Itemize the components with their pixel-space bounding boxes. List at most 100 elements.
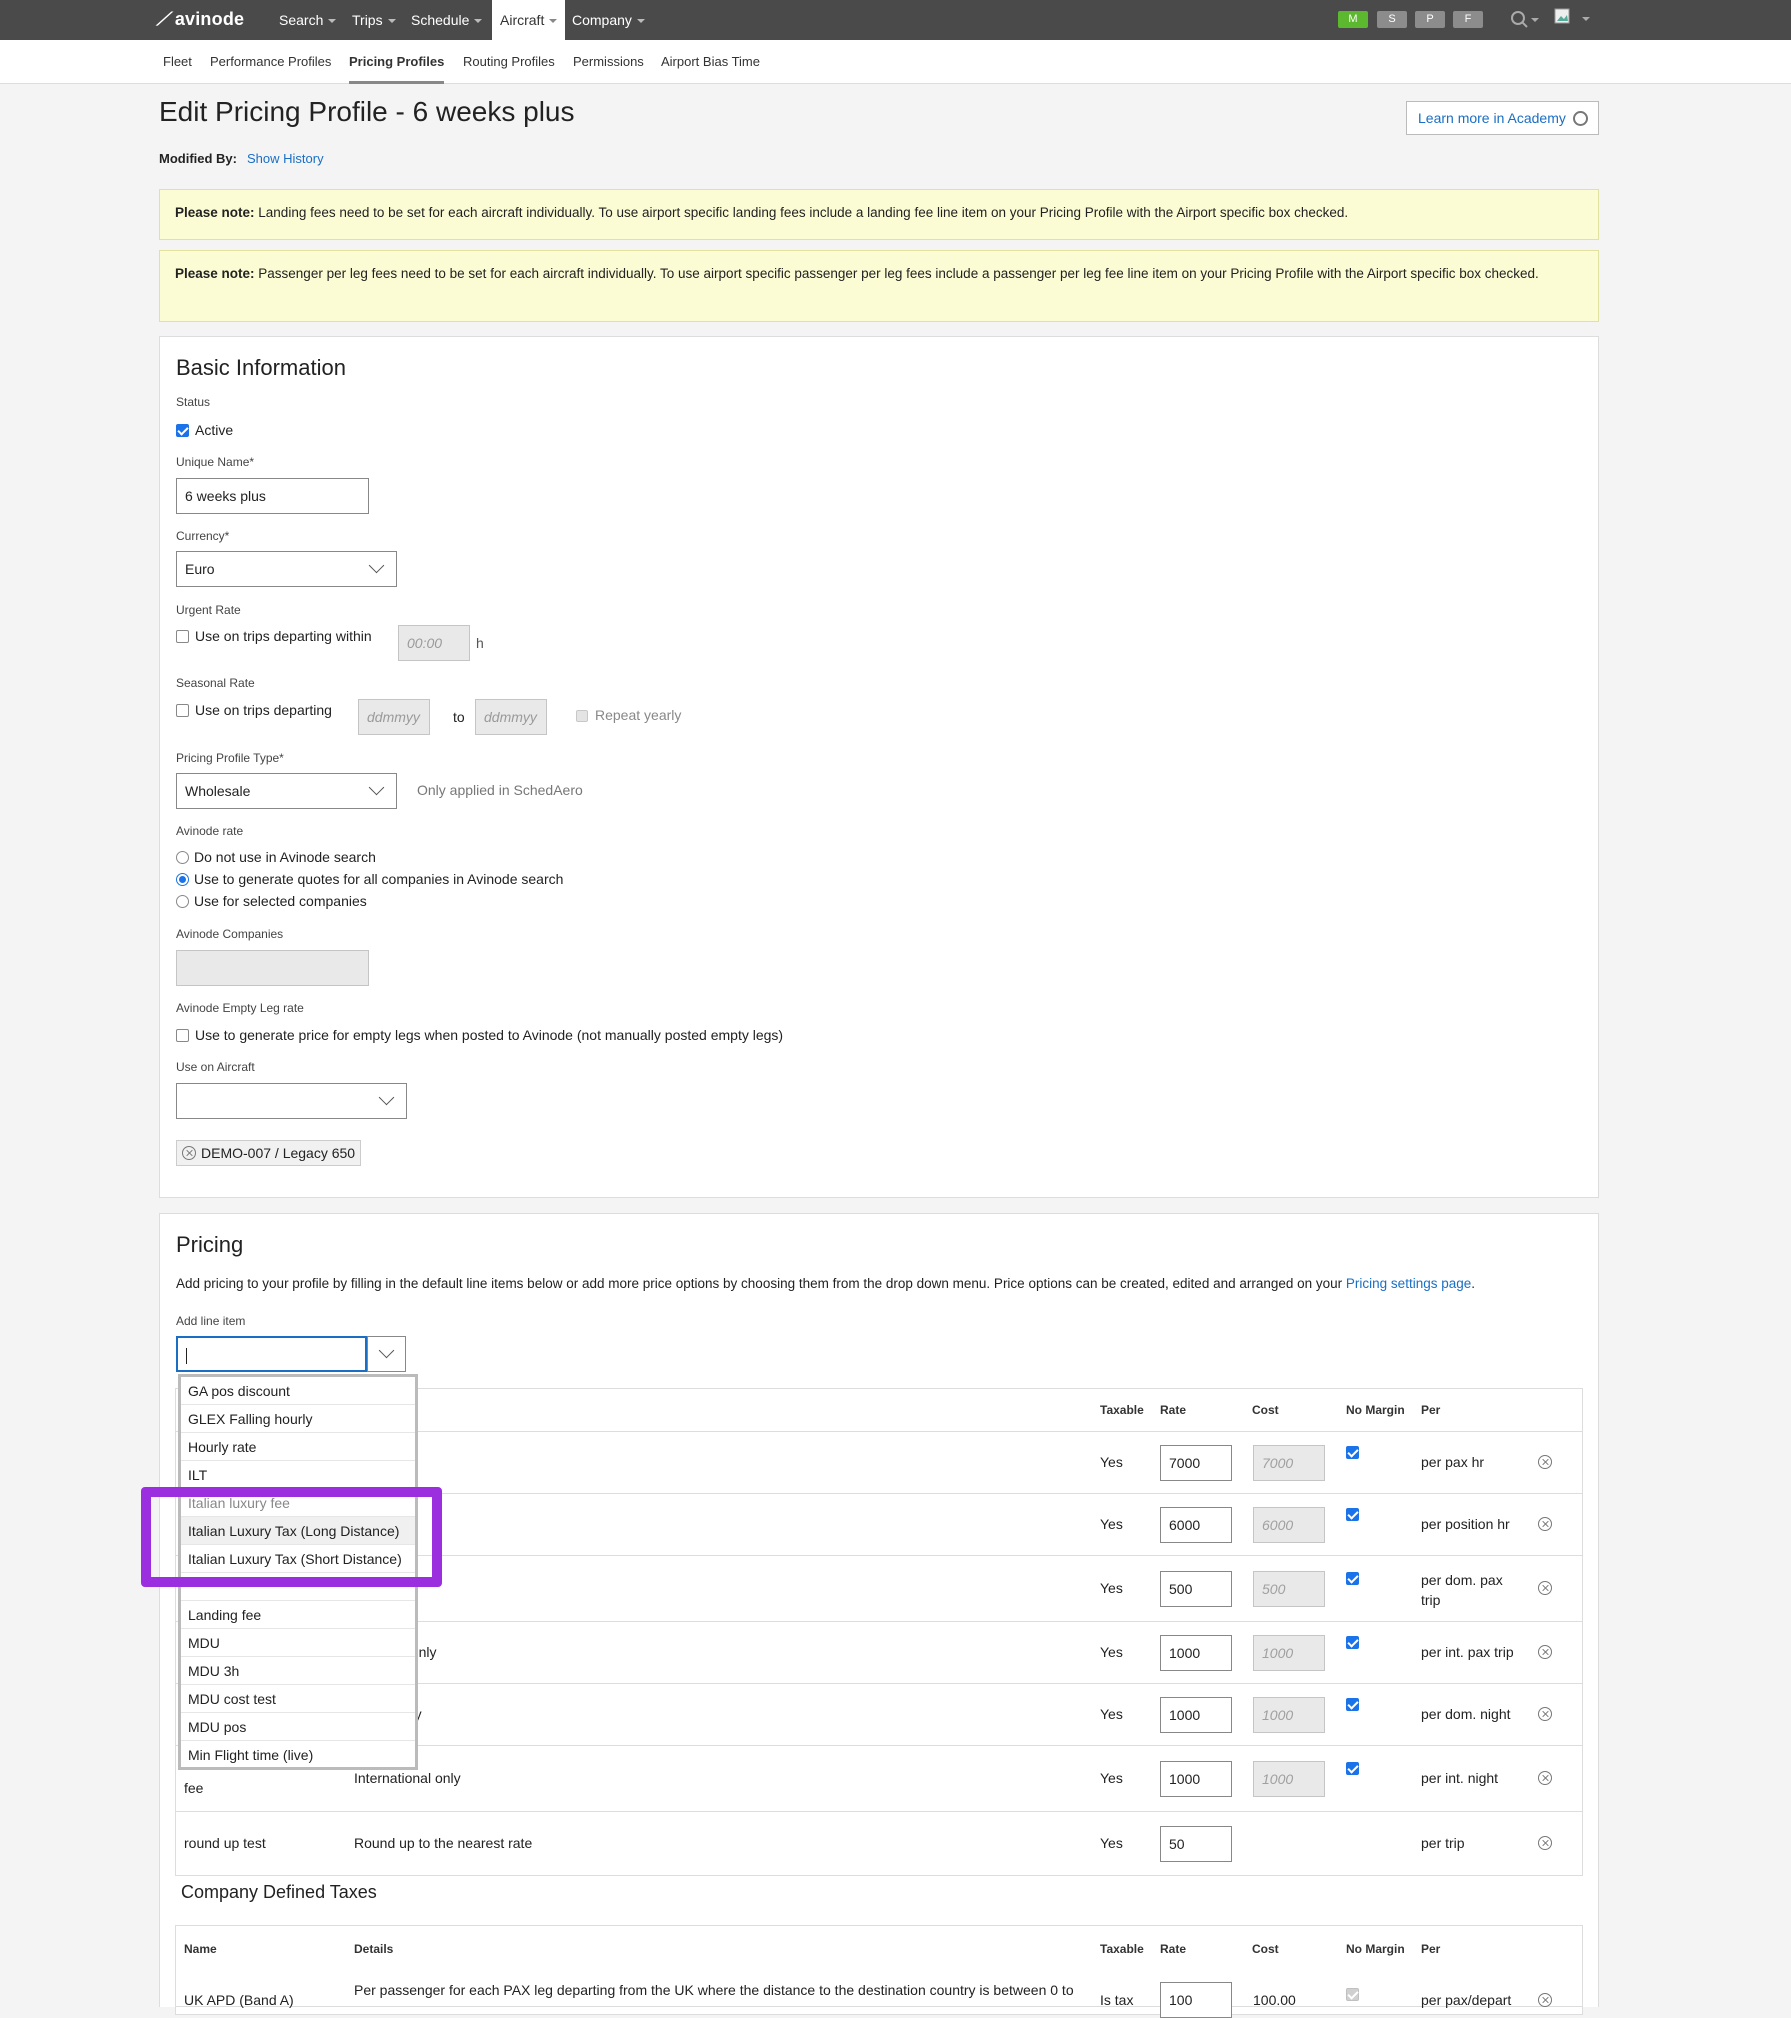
row-per: per position hr <box>1421 1516 1510 1532</box>
currency-select[interactable]: Euro <box>176 551 397 587</box>
row-per: per dom. night <box>1421 1706 1511 1722</box>
dropdown-option[interactable]: MDU <box>181 1629 415 1657</box>
empty-leg-label: Avinode Empty Leg rate <box>176 1001 304 1015</box>
table-row: round up test Round up to the nearest ra… <box>176 1811 1582 1875</box>
note-landing-fees: Please note: Landing fees need to be set… <box>159 189 1599 240</box>
urgent-rate-checkbox[interactable] <box>176 630 189 643</box>
urgent-unit: h <box>476 635 484 651</box>
rate-input[interactable]: 6000 <box>1160 1507 1232 1543</box>
no-margin-checkbox[interactable] <box>1346 1698 1359 1711</box>
dropdown-option[interactable]: MDU pos <box>181 1713 415 1741</box>
subnav-airport-bias-time[interactable]: Airport Bias Time <box>661 40 760 84</box>
empty-leg-checkbox[interactable] <box>176 1029 189 1042</box>
nav-trips[interactable]: Trips <box>344 0 404 40</box>
tax-name: UK APD (Band A) <box>184 1992 294 2008</box>
radio-all-companies[interactable] <box>176 873 189 886</box>
seasonal-to-input[interactable]: ddmmyy <box>475 699 547 735</box>
pill-m[interactable]: M <box>1338 11 1368 28</box>
radio-selected-companies[interactable] <box>176 895 189 908</box>
remove-row-icon[interactable] <box>1538 1581 1552 1595</box>
no-margin-checkbox[interactable] <box>1346 1572 1359 1585</box>
remove-row-icon[interactable] <box>1538 1707 1552 1721</box>
col-taxable: Taxable <box>1100 1403 1144 1417</box>
use-on-aircraft-label: Use on Aircraft <box>176 1060 255 1074</box>
dropdown-option[interactable]: MDU 3h <box>181 1657 415 1685</box>
top-navbar: ⟋avinode Search Trips Schedule Aircraft … <box>0 0 1791 40</box>
dropdown-option[interactable]: GA pos discount <box>181 1377 415 1405</box>
nav-schedule[interactable]: Schedule <box>403 0 490 40</box>
no-margin-checkbox[interactable] <box>1346 1446 1359 1459</box>
note-passenger-fees: Please note: Passenger per leg fees need… <box>159 250 1599 322</box>
subnav-performance-profiles[interactable]: Performance Profiles <box>210 40 331 84</box>
no-margin-checkbox[interactable] <box>1346 1508 1359 1521</box>
basic-information-card: Basic Information Status Active Unique N… <box>159 336 1599 1198</box>
pill-f[interactable]: F <box>1453 11 1483 28</box>
pill-p[interactable]: P <box>1415 11 1445 28</box>
no-margin-checkbox[interactable] <box>1346 1762 1359 1775</box>
cost-input[interactable]: 6000 <box>1253 1507 1325 1543</box>
pill-s[interactable]: S <box>1377 11 1407 28</box>
unique-name-label: Unique Name* <box>176 455 255 469</box>
caret-down-icon <box>549 19 558 24</box>
remove-row-icon[interactable] <box>1538 1836 1552 1850</box>
remove-row-icon[interactable] <box>1538 1455 1552 1469</box>
no-margin-checkbox[interactable] <box>1346 1636 1359 1649</box>
radio-do-not-use[interactable] <box>176 851 189 864</box>
tax-rate-input[interactable]: 100 <box>1160 1982 1232 2018</box>
currency-label: Currency* <box>176 529 230 543</box>
remove-row-icon[interactable] <box>1538 1517 1552 1531</box>
show-history-link[interactable]: Show History <box>247 151 324 166</box>
learn-more-academy-button[interactable]: Learn more in Academy <box>1406 101 1599 135</box>
rate-input[interactable]: 1000 <box>1160 1635 1232 1671</box>
avinode-logo[interactable]: ⟋avinode <box>155 9 244 30</box>
pricing-settings-link[interactable]: Pricing settings page <box>1346 1276 1471 1291</box>
remove-row-icon[interactable] <box>1538 1771 1552 1785</box>
dropdown-option[interactable]: MDU cost test <box>181 1685 415 1713</box>
nav-aircraft[interactable]: Aircraft <box>492 0 566 40</box>
urgent-time-input[interactable]: 00:00 <box>398 625 470 661</box>
user-avatar-icon[interactable] <box>1554 8 1590 28</box>
remove-tax-icon[interactable] <box>1538 1993 1552 2007</box>
remove-tag-icon[interactable] <box>182 1146 196 1160</box>
subnav-fleet[interactable]: Fleet <box>163 40 192 84</box>
cost-input[interactable]: 7000 <box>1253 1445 1325 1481</box>
chevron-down-icon <box>378 1349 396 1359</box>
remove-row-icon[interactable] <box>1538 1645 1552 1659</box>
basic-information-heading: Basic Information <box>176 355 346 380</box>
nav-search[interactable]: Search <box>271 0 344 40</box>
dropdown-option[interactable]: GLEX Falling hourly <box>181 1405 415 1433</box>
seasonal-rate-checkbox[interactable] <box>176 704 189 717</box>
unique-name-input[interactable]: 6 weeks plus <box>176 478 369 514</box>
cost-input[interactable]: 1000 <box>1253 1635 1325 1671</box>
company-taxes-table: Name Details Taxable Rate Cost No Margin… <box>175 1925 1583 2018</box>
subnav-pricing-profiles[interactable]: Pricing Profiles <box>349 40 445 84</box>
subnav-routing-profiles[interactable]: Routing Profiles <box>463 40 555 84</box>
seasonal-from-input[interactable]: ddmmyy <box>358 699 430 735</box>
rate-input[interactable]: 500 <box>1160 1571 1232 1607</box>
profile-type-select[interactable]: Wholesale <box>176 773 397 809</box>
rate-input[interactable]: 1000 <box>1160 1697 1232 1733</box>
rate-input[interactable]: 50 <box>1160 1826 1232 1862</box>
dropdown-option[interactable]: ILT <box>181 1461 415 1489</box>
row-per: per pax hr <box>1421 1454 1485 1470</box>
highlight-annotation-box <box>141 1487 442 1587</box>
rate-input[interactable]: 1000 <box>1160 1761 1232 1797</box>
repeat-yearly-checkbox[interactable] <box>576 710 588 722</box>
rate-input[interactable]: 7000 <box>1160 1445 1232 1481</box>
cost-input[interactable]: 500 <box>1253 1571 1325 1607</box>
active-checkbox[interactable] <box>176 424 189 437</box>
use-on-aircraft-select[interactable] <box>176 1083 407 1119</box>
cost-input[interactable]: 1000 <box>1253 1761 1325 1797</box>
nav-company[interactable]: Company <box>564 0 653 40</box>
chevron-down-icon <box>368 564 386 574</box>
row-taxable: Yes <box>1100 1516 1123 1532</box>
dropdown-option[interactable]: Landing fee <box>181 1601 415 1629</box>
search-icon[interactable] <box>1510 10 1540 30</box>
add-line-item-toggle[interactable] <box>367 1336 406 1372</box>
add-line-item-input[interactable] <box>176 1336 367 1372</box>
dropdown-option[interactable]: Min Flight time (live) <box>181 1741 415 1767</box>
subnav-permissions[interactable]: Permissions <box>573 40 644 84</box>
dropdown-option[interactable]: Hourly rate <box>181 1433 415 1461</box>
cost-input[interactable]: 1000 <box>1253 1697 1325 1733</box>
avinode-companies-input[interactable] <box>176 950 369 986</box>
